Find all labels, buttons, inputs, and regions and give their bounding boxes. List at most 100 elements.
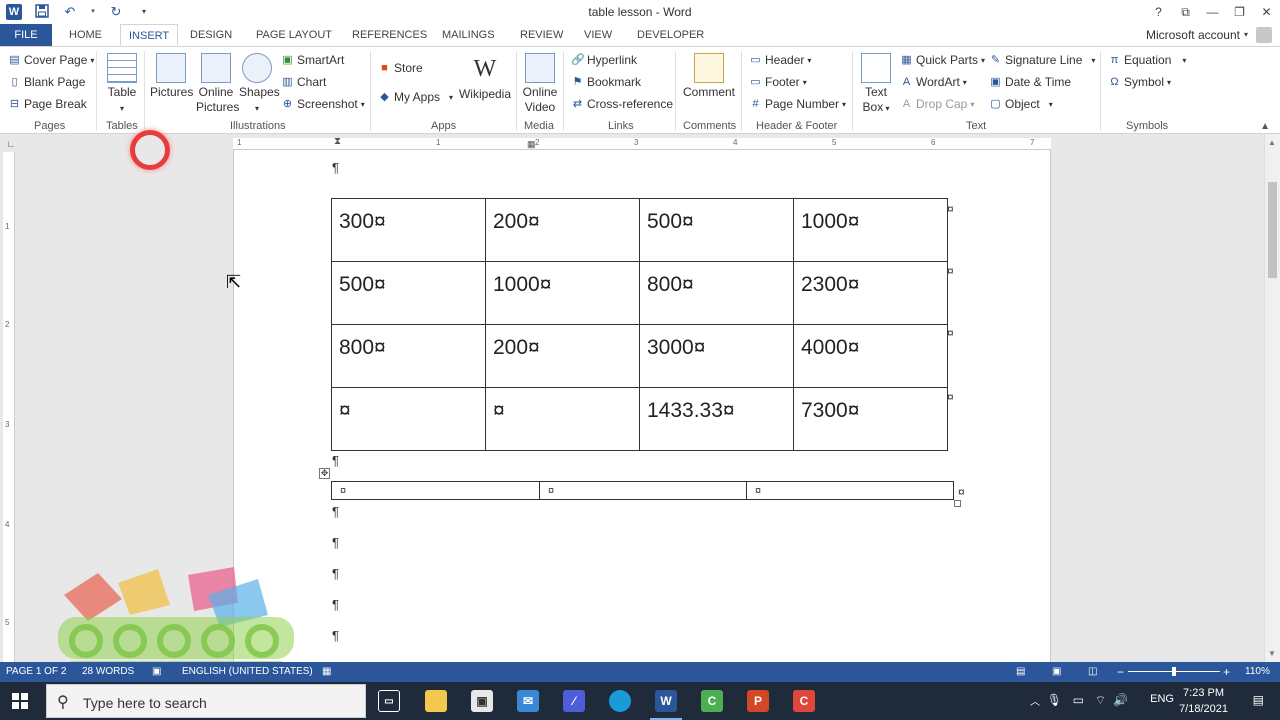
indent-marker-icon[interactable]: ⧗ <box>334 136 341 147</box>
web-layout-icon[interactable]: ◫ <box>1088 662 1097 682</box>
blank-page-button[interactable]: ▯ Blank Page <box>8 75 85 89</box>
comment-button[interactable]: Comment <box>682 53 736 100</box>
shapes-button[interactable]: Shapes ▾ <box>239 53 280 116</box>
tab-review[interactable]: REVIEW <box>512 24 571 46</box>
word-count[interactable]: 28 WORDS <box>82 662 134 682</box>
avatar[interactable] <box>1256 27 1272 43</box>
camtasia-icon[interactable]: C <box>701 690 723 712</box>
print-layout-icon[interactable]: ▣ <box>1052 662 1061 682</box>
table-cell[interactable]: ¤ <box>485 387 640 451</box>
table-cell[interactable]: ¤ <box>331 387 486 451</box>
object-button[interactable]: ▢ Object ▾ <box>989 97 1052 111</box>
tab-selector-icon[interactable]: ∟ <box>5 139 17 151</box>
table-cell[interactable]: 800¤ <box>639 261 794 325</box>
table-cell[interactable]: 300¤ <box>331 198 486 262</box>
tab-references[interactable]: REFERENCES <box>344 24 435 46</box>
column-marker-icon[interactable]: ▦ <box>527 139 536 150</box>
collapse-ribbon-icon[interactable]: ▲ <box>1260 121 1270 132</box>
zoom-in-button[interactable]: + <box>1223 662 1230 682</box>
input-language[interactable]: ENG <box>1150 693 1174 705</box>
table-cell[interactable]: 800¤ <box>331 324 486 388</box>
tab-file[interactable]: FILE <box>0 24 52 46</box>
table-cell[interactable]: 1000¤ <box>485 261 640 325</box>
header-button[interactable]: ▭ Header ▾ <box>749 53 811 67</box>
restore-button[interactable]: ❐ <box>1226 0 1253 24</box>
table-cell[interactable]: ¤ <box>331 481 540 500</box>
equation-button[interactable]: π Equation ▾ <box>1108 53 1187 67</box>
table-cell[interactable]: ¤ <box>539 481 747 500</box>
cross-reference-button[interactable]: ⇄ Cross-reference <box>571 97 673 111</box>
pictures-button[interactable]: Pictures <box>150 53 193 100</box>
table-cell[interactable]: 200¤ <box>485 198 640 262</box>
screenshot-button[interactable]: ⊕ Screenshot ▾ <box>281 97 365 111</box>
clock[interactable]: 7:23 PM 7/18/2021 <box>1179 685 1228 717</box>
hyperlink-button[interactable]: 🔗 Hyperlink <box>571 53 637 67</box>
store-icon[interactable]: ▣ <box>471 690 493 712</box>
word-icon[interactable]: W <box>650 690 682 720</box>
document-page[interactable]: ¶ 300¤ 200¤ 500¤ 1000¤ 500¤ 1000¤ 800¤ 2… <box>233 150 1051 662</box>
volume-icon[interactable]: 🔊 <box>1113 693 1128 707</box>
network-icon[interactable]: ▭ <box>1073 693 1084 707</box>
symbol-button[interactable]: Ω Symbol ▾ <box>1108 75 1171 89</box>
online-video-button[interactable]: Online Video <box>520 53 560 115</box>
smartart-button[interactable]: ▣ SmartArt <box>281 53 344 67</box>
file-explorer-icon[interactable] <box>425 690 447 712</box>
table-cell[interactable]: 4000¤ <box>793 324 948 388</box>
new-table[interactable]: ¤ ¤ ¤ <box>331 481 954 500</box>
my-apps-button[interactable]: ◆ My Apps ▾ <box>378 90 453 104</box>
tab-page-layout[interactable]: PAGE LAYOUT <box>248 24 340 46</box>
macro-record-icon[interactable]: ▦ <box>322 662 331 682</box>
drop-cap-button[interactable]: A Drop Cap ▾ <box>900 97 975 111</box>
mail-icon[interactable]: ✉ <box>517 690 539 712</box>
table-cell[interactable]: 500¤ <box>331 261 486 325</box>
zoom-out-button[interactable]: − <box>1117 662 1124 682</box>
text-box-button[interactable]: Text Box ▾ <box>858 53 894 116</box>
table-cell[interactable]: 2300¤ <box>793 261 948 325</box>
camtasia-recorder-icon[interactable]: C <box>793 690 815 712</box>
microphone-icon[interactable]: 🎙 <box>1047 693 1062 707</box>
tab-view[interactable]: VIEW <box>576 24 620 46</box>
page-count[interactable]: PAGE 1 OF 2 <box>6 662 66 682</box>
table-cell[interactable]: 200¤ <box>485 324 640 388</box>
table-cell[interactable]: 7300¤ <box>793 387 948 451</box>
tab-design[interactable]: DESIGN <box>182 24 240 46</box>
wordart-button[interactable]: A WordArt ▾ <box>900 75 967 89</box>
wikipedia-button[interactable]: W Wikipedia <box>458 55 512 102</box>
wifi-icon[interactable]: ⌔ <box>1095 693 1106 708</box>
table-cell[interactable]: 1433.33¤ <box>639 387 794 451</box>
edge-icon[interactable] <box>609 690 631 712</box>
quick-parts-button[interactable]: ▦ Quick Parts ▾ <box>900 53 985 67</box>
page-number-button[interactable]: # Page Number ▾ <box>749 97 846 111</box>
minimize-button[interactable]: — <box>1199 0 1226 24</box>
bookmark-button[interactable]: ⚑ Bookmark <box>571 75 641 89</box>
windows-start-icon[interactable] <box>12 693 28 709</box>
date-time-button[interactable]: ▣ Date & Time <box>989 75 1071 89</box>
table-button[interactable]: Table ▾ <box>104 53 140 116</box>
table-move-handle-icon[interactable]: ✥ <box>319 468 330 479</box>
table-cell[interactable]: 3000¤ <box>639 324 794 388</box>
account-caret-icon[interactable]: ▾ <box>1244 24 1248 46</box>
table-cell[interactable]: 1000¤ <box>793 198 948 262</box>
store-button[interactable]: ■ Store <box>378 61 423 75</box>
tray-expand-icon[interactable]: ︿ <box>1030 693 1040 708</box>
tab-mailings[interactable]: MAILINGS <box>434 24 503 46</box>
table-cell[interactable]: ¤ <box>746 481 954 500</box>
page-break-button[interactable]: ⊟ Page Break <box>8 97 87 111</box>
data-table[interactable]: 300¤ 200¤ 500¤ 1000¤ 500¤ 1000¤ 800¤ 230… <box>331 198 948 451</box>
ribbon-display-options-button[interactable]: ⧉ <box>1172 0 1199 24</box>
online-pictures-button[interactable]: Online Pictures <box>196 53 239 115</box>
signature-line-button[interactable]: ✎ Signature Line ▾ <box>989 53 1096 67</box>
scroll-up-icon[interactable]: ▲ <box>1268 138 1276 147</box>
horizontal-ruler[interactable]: 1 1 2 3 4 5 6 7 ⧗ ▦ <box>233 136 1051 150</box>
zoom-level[interactable]: 110% <box>1245 662 1270 682</box>
tab-developer[interactable]: DEVELOPER <box>629 24 712 46</box>
tab-home[interactable]: HOME <box>61 24 110 46</box>
table-resize-handle[interactable] <box>954 500 961 507</box>
read-mode-icon[interactable]: ▤ <box>1016 662 1025 682</box>
account-menu[interactable]: Microsoft account <box>1146 24 1240 46</box>
table-cell[interactable]: 500¤ <box>639 198 794 262</box>
notifications-icon[interactable]: ▤ <box>1253 693 1264 707</box>
chart-button[interactable]: ▥ Chart <box>281 75 326 89</box>
proofing-icon[interactable]: ▣ <box>152 662 161 682</box>
zoom-slider-thumb[interactable] <box>1172 667 1176 676</box>
